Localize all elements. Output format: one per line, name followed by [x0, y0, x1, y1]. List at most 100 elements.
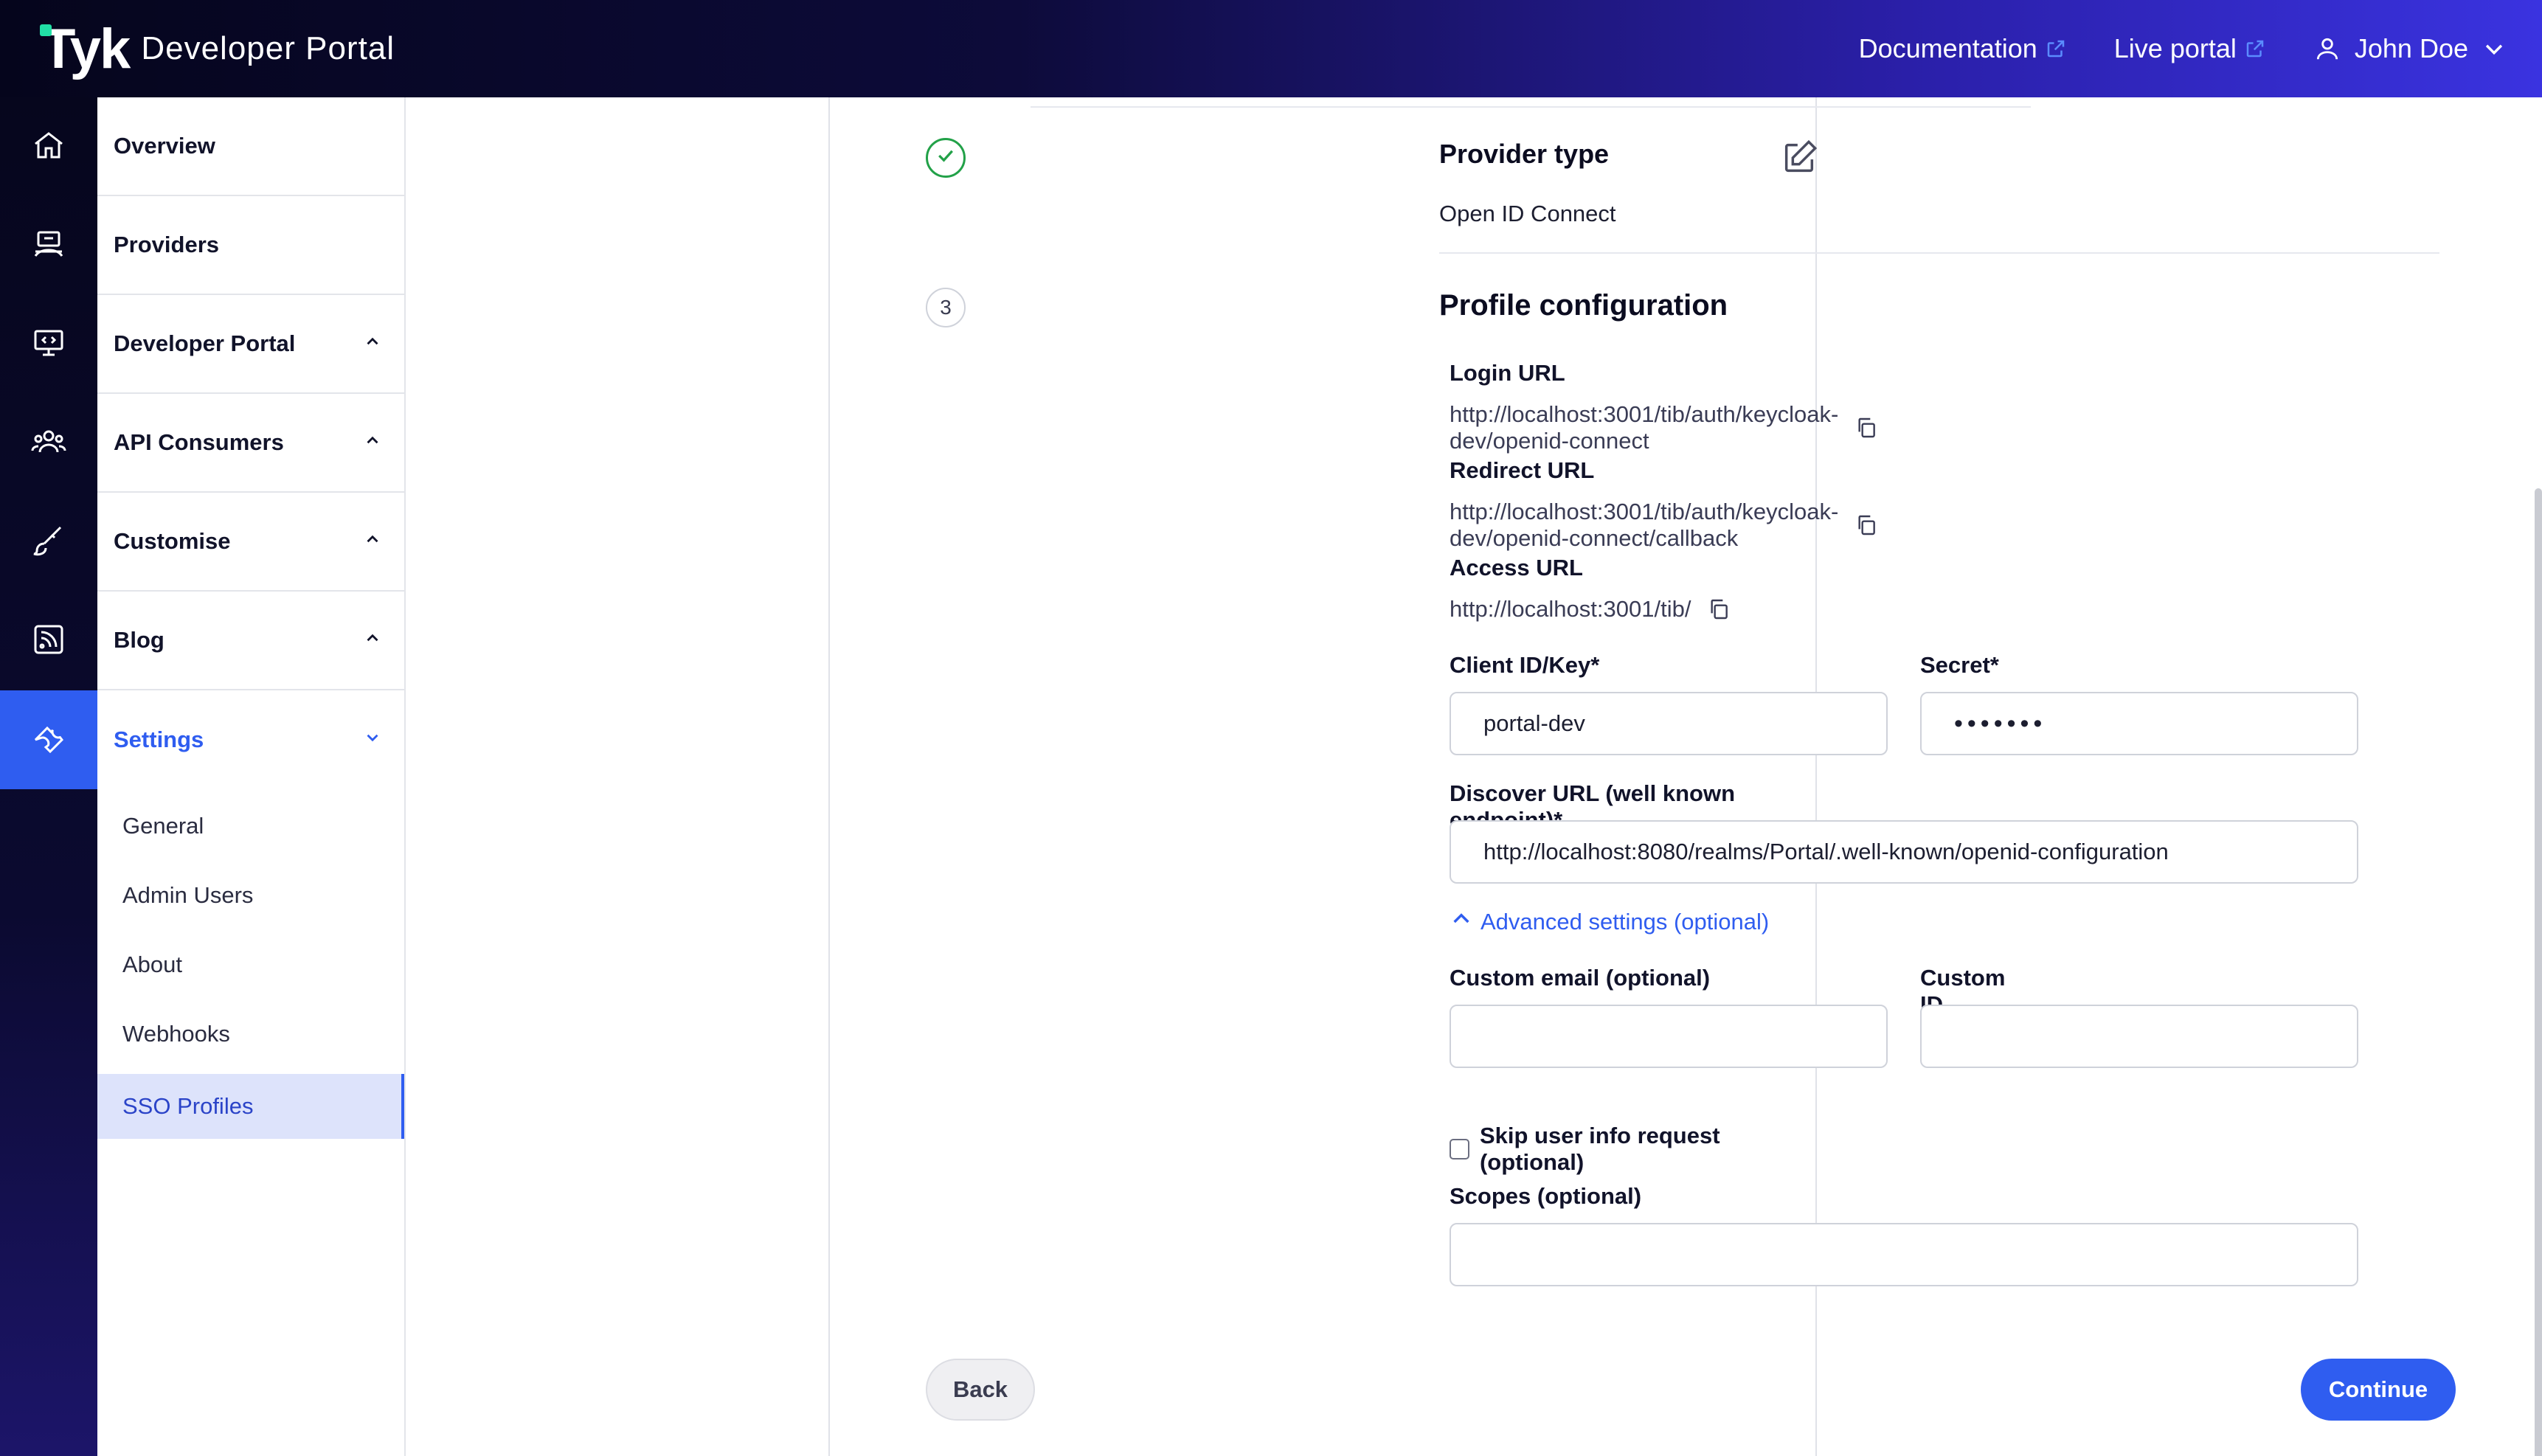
sidebar-subitem-label: Admin Users — [122, 882, 254, 908]
check-icon — [935, 145, 957, 172]
icon-rail — [0, 97, 97, 1456]
copy-icon[interactable] — [1854, 416, 1878, 440]
access-url-row: http://localhost:3001/tib/ — [1450, 596, 1731, 623]
back-button[interactable]: Back — [926, 1359, 1035, 1421]
sidebar-item-settings[interactable]: Settings — [97, 690, 404, 789]
skip-userinfo-checkbox[interactable] — [1450, 1139, 1469, 1159]
user-menu[interactable]: John Doe — [2313, 33, 2507, 64]
sidebar-subitem-label: About — [122, 951, 183, 977]
login-url-row: http://localhost:3001/tib/auth/keycloak-… — [1450, 401, 1878, 454]
sidebar-item-label: Settings — [114, 727, 204, 752]
access-url-value: http://localhost:3001/tib/ — [1450, 596, 1691, 622]
blog-icon — [31, 622, 66, 661]
rail-settings[interactable] — [0, 690, 97, 789]
rail-home[interactable] — [0, 97, 97, 196]
main-content: Provider type Open ID Connect 3 Profile … — [407, 97, 2542, 1456]
redirect-url-value: http://localhost:3001/tib/auth/keycloak-… — [1450, 499, 1839, 551]
advanced-settings-label: Advanced settings (optional) — [1480, 909, 1770, 935]
top-right-nav: Documentation Live portal John Doe — [1859, 0, 2507, 97]
discover-url-input[interactable]: http://localhost:8080/realms/Portal/.wel… — [1450, 820, 2358, 884]
rail-blog[interactable] — [0, 592, 97, 690]
sidebar-item-developer-portal[interactable]: Developer Portal — [97, 295, 404, 394]
api-consumers-icon — [31, 424, 66, 463]
provider-type-value: Open ID Connect — [1439, 201, 1616, 226]
sidebar-item-blog[interactable]: Blog — [97, 592, 404, 690]
redirect-url-label: Redirect URL — [1450, 457, 1595, 483]
sidebar-item-label: Overview — [114, 133, 215, 159]
sidebar-item-providers[interactable]: Providers — [97, 196, 404, 295]
sidebar-item-customise[interactable]: Customise — [97, 493, 404, 592]
providers-icon — [31, 226, 66, 266]
logo-text: Developer Portal — [141, 30, 395, 66]
documentation-label: Documentation — [1858, 33, 2037, 63]
sidebar-item-label: API Consumers — [114, 429, 284, 455]
scrollbar[interactable] — [2535, 488, 2542, 1456]
client-id-input[interactable]: portal-dev — [1450, 692, 1888, 755]
redirect-url-row: http://localhost:3001/tib/auth/keycloak-… — [1450, 499, 1878, 552]
login-url-label: Login URL — [1450, 360, 1565, 386]
chevron-up-icon — [1450, 907, 1473, 937]
continue-button[interactable]: Continue — [2301, 1359, 2456, 1421]
sidebar-subitem-general[interactable]: General — [97, 794, 404, 859]
client-id-label: Client ID/Key* — [1450, 652, 1600, 678]
documentation-link[interactable]: Documentation — [1859, 33, 2067, 64]
divider — [1031, 106, 2031, 108]
scopes-label: Scopes (optional) — [1450, 1183, 1642, 1209]
chevron-up-icon — [363, 330, 382, 357]
external-link-icon — [2244, 38, 2266, 60]
customise-icon — [31, 523, 66, 562]
copy-icon[interactable] — [1707, 597, 1731, 621]
user-icon — [2313, 35, 2341, 63]
skip-userinfo-label: Skip user info request (optional) — [1479, 1123, 1720, 1175]
custom-email-label: Custom email (optional) — [1450, 965, 1711, 991]
secret-input[interactable]: ••••••• — [1920, 692, 2358, 755]
logo-mark: Tyk — [40, 17, 131, 80]
settings-icon — [31, 721, 66, 760]
skip-userinfo-row: Skip user info request (optional) — [1450, 1123, 1815, 1176]
chevron-down-icon — [363, 727, 382, 753]
sidebar-item-label: Customise — [114, 528, 231, 554]
external-link-icon — [2045, 38, 2067, 60]
sidebar-item-label: Blog — [114, 627, 164, 653]
tyk-logo[interactable]: Tyk Developer Portal — [40, 17, 395, 80]
chevron-down-icon — [2482, 36, 2507, 61]
divider — [1439, 252, 2439, 254]
step-number: 3 — [926, 288, 966, 327]
sidebar-item-label: Developer Portal — [114, 330, 296, 356]
live-portal-label: Live portal — [2113, 33, 2237, 63]
rail-developer-portal[interactable] — [0, 295, 97, 394]
sidebar-item-label: Providers — [114, 232, 220, 257]
rail-customise[interactable] — [0, 493, 97, 592]
rail-providers[interactable] — [0, 196, 97, 295]
custom-id-input[interactable] — [1920, 1005, 2358, 1068]
live-portal-link[interactable]: Live portal — [2114, 33, 2266, 64]
profile-configuration-title: Profile configuration — [1439, 289, 1728, 322]
edit-icon[interactable] — [1780, 139, 1818, 181]
user-name: John Doe — [2354, 33, 2468, 63]
chevron-up-icon — [363, 627, 382, 654]
sidebar-subitem-webhooks[interactable]: Webhooks — [97, 1002, 404, 1067]
secret-label: Secret* — [1920, 652, 1999, 678]
access-url-label: Access URL — [1450, 555, 1583, 580]
top-bar: Tyk Developer Portal Documentation Live … — [0, 0, 2542, 97]
custom-email-input[interactable] — [1450, 1005, 1888, 1068]
sidebar-subitem-sso-profiles[interactable]: SSO Profiles — [97, 1074, 404, 1139]
sidebar-subitem-admin-users[interactable]: Admin Users — [97, 863, 404, 928]
sidebar-item-api-consumers[interactable]: API Consumers — [97, 394, 404, 493]
advanced-settings-toggle[interactable]: Advanced settings (optional) — [1450, 907, 1769, 937]
sidebar-subitem-about[interactable]: About — [97, 932, 404, 997]
developer-portal-icon — [31, 325, 66, 364]
sidebar-subitem-label: General — [122, 813, 204, 839]
sidebar-item-overview[interactable]: Overview — [97, 97, 404, 196]
chevron-up-icon — [363, 429, 382, 456]
provider-type-title-text: Provider type — [1439, 139, 1610, 169]
chevron-up-icon — [363, 528, 382, 555]
home-icon — [31, 128, 66, 167]
sidebar-subitem-label: SSO Profiles — [122, 1093, 254, 1119]
sidebar-subitem-label: Webhooks — [122, 1021, 230, 1047]
rail-api-consumers[interactable] — [0, 394, 97, 493]
sso-profile-wizard: Provider type Open ID Connect 3 Profile … — [828, 97, 2456, 1456]
copy-icon[interactable] — [1854, 513, 1878, 537]
scopes-input[interactable] — [1450, 1223, 2358, 1286]
side-nav: Overview Providers Developer Portal API … — [97, 97, 406, 1456]
